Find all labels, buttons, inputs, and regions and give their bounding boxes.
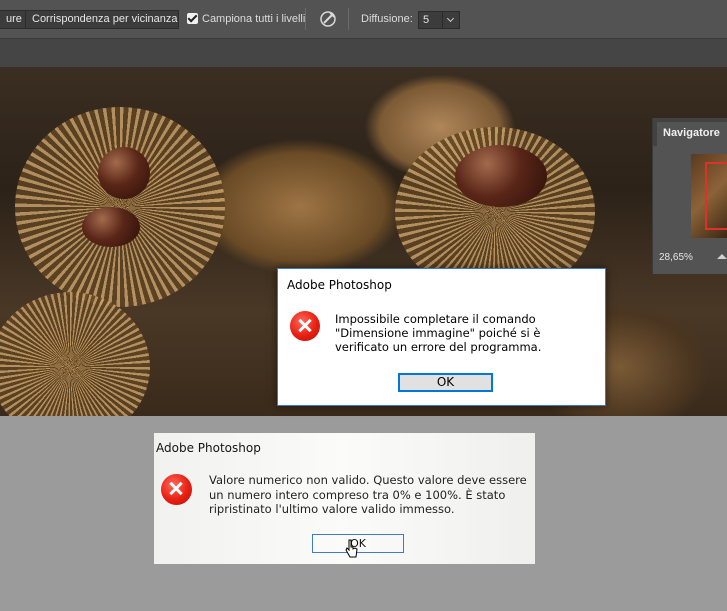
ok-button[interactable]: OK <box>398 373 493 392</box>
navigator-panel: Navigatore 28,65% <box>652 118 727 274</box>
error-icon <box>161 474 192 505</box>
dialog-message: Valore numerico non valido. Questo valor… <box>209 473 527 516</box>
brush-pressure-icon[interactable] <box>319 10 337 28</box>
diffusion-value: 5 <box>423 14 430 26</box>
sample-all-layers-checkbox[interactable] <box>187 13 198 24</box>
error-dialog: Adobe Photoshop Impossibile completare i… <box>277 268 606 406</box>
chestnut <box>82 207 140 247</box>
diffusion-label: Diffusione: <box>361 13 413 25</box>
chevron-down-icon[interactable] <box>442 12 459 28</box>
tab-navigator[interactable]: Navigatore <box>657 122 727 146</box>
dialog-title: Adobe Photoshop <box>287 278 392 292</box>
document-tab-strip <box>0 39 727 67</box>
hand-cursor-icon <box>345 539 358 558</box>
error-icon <box>290 311 320 341</box>
sample-all-layers-label: Campiona tutti i livelli <box>202 13 306 25</box>
chestnut-burr <box>0 292 150 416</box>
dialog-title: Adobe Photoshop <box>156 441 261 455</box>
chestnut <box>98 147 150 199</box>
navigator-tabbar: Navigatore <box>653 118 727 146</box>
diffusion-select[interactable]: 5 <box>418 11 460 29</box>
divider <box>305 8 306 30</box>
chestnut <box>455 145 547 207</box>
divider <box>348 8 349 30</box>
options-bar: ure Corrispondenza per vicinanza Campion… <box>0 0 727 39</box>
proximity-match-button[interactable]: Corrispondenza per vicinanza <box>25 10 179 29</box>
navigator-view-box[interactable] <box>705 162 727 230</box>
dialog-message: Impossibile completare il comando "Dimen… <box>335 312 542 354</box>
mountain-small-icon[interactable] <box>717 254 727 259</box>
zoom-level[interactable]: 28,65% <box>659 252 693 263</box>
